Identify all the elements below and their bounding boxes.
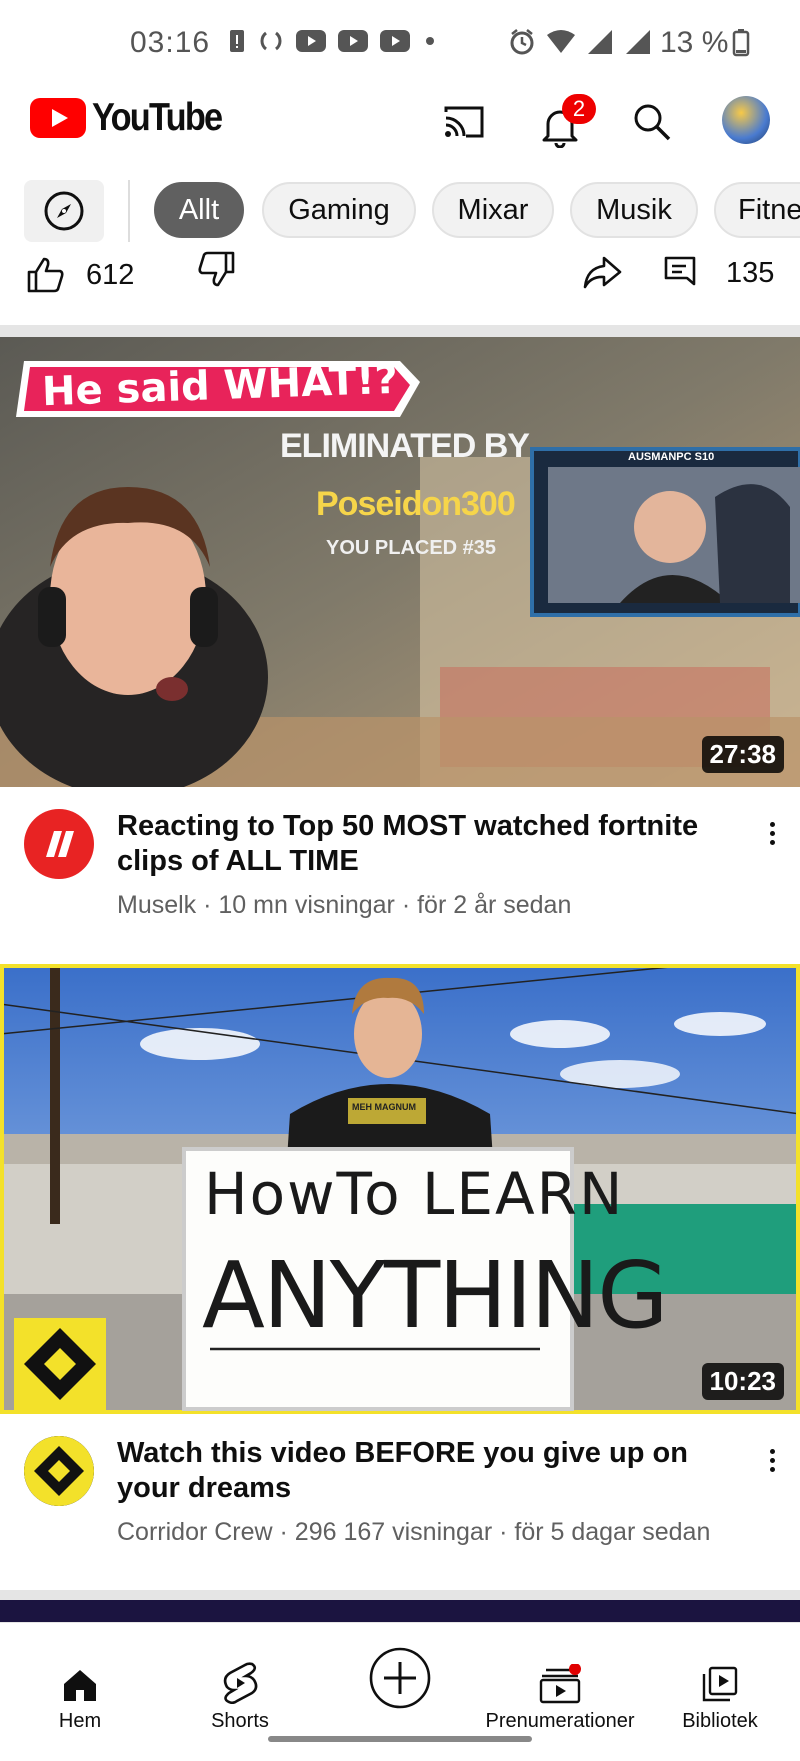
chip-fitness[interactable]: Fitne [714, 182, 800, 238]
shirt-text: MEH MAGNUM [352, 1102, 416, 1112]
section-separator [0, 325, 800, 337]
library-icon [700, 1664, 740, 1704]
status-bar: 03:16 13 % [0, 0, 800, 90]
search-icon [632, 102, 672, 142]
comment-icon [662, 254, 698, 292]
alert-battery-icon [228, 28, 246, 54]
nav-create[interactable] [320, 1623, 480, 1733]
status-system-icons [508, 28, 652, 56]
nav-label: Shorts [211, 1710, 269, 1732]
search-button[interactable] [622, 92, 682, 152]
chip-music[interactable]: Musik [570, 182, 698, 238]
video-meta: Watch this video BEFORE you give up on y… [0, 1414, 800, 1564]
signal-icon [624, 29, 652, 55]
like-count: 612 [86, 258, 135, 291]
signal-icon [586, 29, 614, 55]
section-separator [0, 1590, 800, 1600]
alarm-icon [508, 28, 536, 56]
battery-status: 13 % [660, 26, 750, 60]
more-options-button[interactable] [760, 813, 784, 853]
logo-text: YouTube [92, 96, 223, 139]
video-subtitle: Corridor Crew · 296 167 visningar · för … [117, 1518, 711, 1546]
video-thumbnail[interactable]: MEH MAGNUM HowTo LEARN ANYTHING 10:23 [0, 964, 800, 1414]
chip-mixes[interactable]: Mixar [432, 182, 554, 238]
youtube-logo[interactable]: YouTube [30, 96, 239, 140]
status-time: 03:16 [130, 26, 211, 59]
youtube-notification-icon [296, 30, 326, 52]
status-notification-icons [228, 28, 438, 54]
video-meta: Reacting to Top 50 MOST watched fortnite… [0, 787, 800, 937]
nav-shorts[interactable]: Shorts [160, 1623, 320, 1733]
share-button[interactable] [582, 254, 622, 290]
video-title[interactable]: Reacting to Top 50 MOST watched fortnite… [117, 809, 737, 879]
video-title[interactable]: Watch this video BEFORE you give up on y… [117, 1436, 737, 1506]
shorts-icon [221, 1662, 259, 1704]
thumbs-down-icon [196, 250, 236, 288]
thumbnail-player-text: Poseidon300 [316, 485, 516, 523]
battery-percent: 13 % [660, 26, 729, 59]
whiteboard-line2: ANYTHING [202, 1242, 669, 1349]
wifi-icon [546, 29, 576, 55]
more-notifications-dot-icon [422, 33, 438, 49]
thumbnail-cam-tag: AUSMANPC S10 [628, 451, 715, 463]
explore-button[interactable] [24, 180, 104, 242]
home-icon [60, 1666, 100, 1704]
nav-label: Prenumerationer [485, 1710, 635, 1732]
corridor-logo-icon [24, 1436, 94, 1506]
next-video-thumbnail-peek[interactable] [0, 1600, 800, 1622]
chip-gaming[interactable]: Gaming [262, 182, 416, 238]
video-actions-row: 612 135 [0, 250, 800, 310]
comments-button[interactable]: 135 [662, 254, 774, 292]
comment-count: 135 [726, 256, 775, 289]
compass-icon [43, 190, 85, 232]
whiteboard-line1: HowTo LEARN [204, 1160, 625, 1228]
share-icon [582, 254, 622, 290]
dislike-button[interactable] [196, 250, 236, 288]
gesture-bar[interactable] [268, 1736, 532, 1742]
nav-label: Hem [58, 1710, 102, 1732]
filter-chip-bar: Allt Gaming Mixar Musik Fitne [0, 180, 800, 244]
video-duration: 27:38 [701, 736, 784, 773]
youtube-notification-icon [338, 30, 368, 52]
chip-all[interactable]: Allt [154, 182, 244, 238]
video-duration: 10:23 [701, 1363, 784, 1400]
like-button[interactable]: 612 [26, 256, 134, 294]
channel-logo-icon [46, 831, 74, 857]
thumbnail-placed-text: YOU PLACED #35 [326, 537, 497, 559]
cast-button[interactable] [434, 92, 494, 152]
nav-library[interactable]: Bibliotek [640, 1623, 800, 1733]
channel-avatar[interactable] [24, 809, 94, 879]
youtube-notification-icon [380, 30, 410, 52]
subscriptions-icon [538, 1664, 582, 1704]
youtube-play-logo-icon [30, 98, 86, 138]
more-options-button[interactable] [760, 1440, 784, 1480]
create-icon [368, 1646, 432, 1710]
account-avatar[interactable] [722, 96, 770, 144]
battery-icon [732, 29, 750, 57]
video-thumbnail[interactable]: He said WHAT!? ELIMINATED BY Poseidon300… [0, 337, 800, 787]
video-subtitle: Muselk · 10 mn visningar · för 2 år seda… [117, 891, 572, 919]
nav-label: Bibliotek [682, 1710, 758, 1732]
cast-icon [442, 104, 486, 140]
thumbnail-eliminated-text: ELIMINATED BY [280, 427, 530, 465]
nav-home[interactable]: Hem [0, 1623, 160, 1733]
thumbs-up-icon [26, 256, 66, 294]
chip-divider [128, 180, 130, 242]
nav-subscriptions[interactable]: Prenumerationer [480, 1623, 640, 1733]
channel-avatar[interactable] [24, 1436, 94, 1506]
notification-count-badge: 2 [562, 94, 596, 124]
sync-icon [258, 28, 284, 54]
